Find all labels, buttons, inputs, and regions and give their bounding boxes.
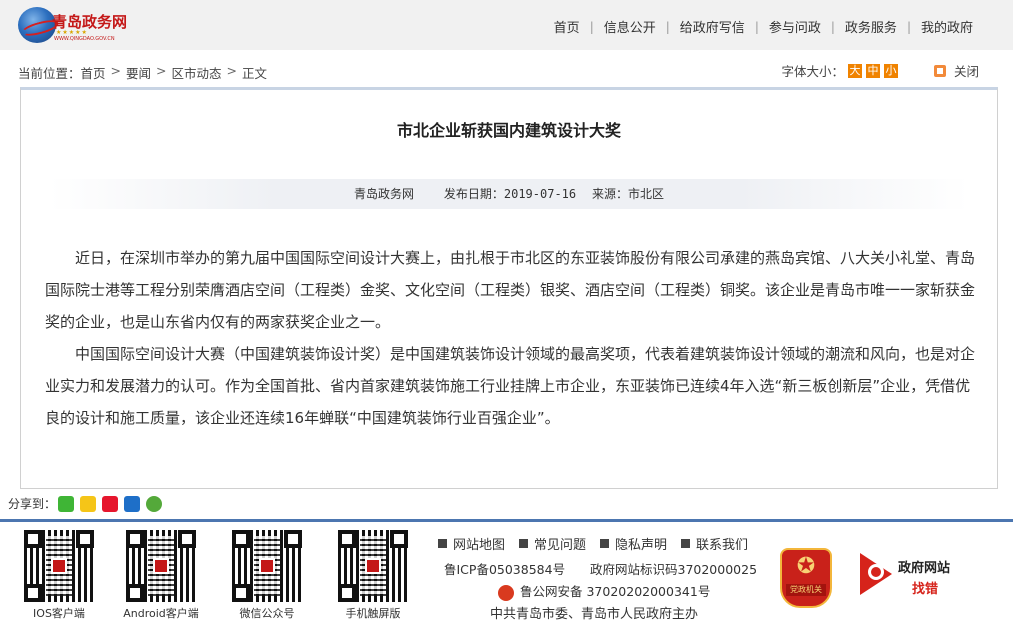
article-date: 2019-07-16	[503, 187, 577, 201]
breadcrumb-home[interactable]: 首页	[81, 63, 106, 82]
article-paragraph: 近日，在深圳市举办的第九届中国国际空间设计大赛上，由扎根于市北区的东亚装饰股份有…	[45, 249, 976, 331]
close-button[interactable]: 关闭	[933, 61, 979, 80]
qr-code-icon	[126, 530, 196, 602]
date-label: 发布日期：	[443, 187, 504, 201]
nav-home[interactable]: 首页	[544, 17, 590, 36]
site-id-code: 政府网站标识码3702000025	[590, 562, 758, 577]
footer-link-label: 联系我们	[696, 538, 749, 553]
footer-divider	[0, 519, 1013, 522]
font-size-medium-button[interactable]: 中	[865, 63, 880, 78]
footer-link-contact[interactable]: 联系我们	[681, 534, 748, 553]
nav-info-disclosure[interactable]: 信息公开	[594, 17, 666, 36]
close-icon	[933, 64, 946, 77]
site-header: 青岛政务网 ★★★★★ WWW.QINGDAO.GOV.CN 首页 | 信息公开…	[0, 0, 1013, 50]
origin-label: 来源：	[591, 187, 628, 201]
site-logo[interactable]: 青岛政务网 ★★★★★ WWW.QINGDAO.GOV.CN	[18, 7, 128, 43]
emblem-icon: ✪	[796, 554, 816, 579]
qr-code-icon	[338, 530, 408, 602]
qr-code-icon	[24, 530, 94, 602]
article-title: 市北企业斩获国内建筑设计大奖	[396, 121, 621, 140]
globe-icon	[18, 7, 56, 43]
breadcrumb-district[interactable]: 区市动态	[172, 63, 222, 82]
article-paragraph: 中国国际空间设计大赛（中国建筑装饰设计奖）是中国建筑装饰设计领域的最高奖项，代表…	[45, 345, 976, 427]
font-size-large-button[interactable]: 大	[847, 63, 862, 78]
police-record[interactable]: 鲁公网安备 37020202000341号	[498, 581, 710, 601]
breadcrumb-news[interactable]: 要闻	[126, 63, 151, 82]
qr-mobile[interactable]: 手机触屏版	[334, 530, 412, 621]
footer-link-label: 网站地图	[453, 538, 506, 553]
nav-write-government[interactable]: 给政府写信	[670, 17, 755, 36]
article-origin: 市北区	[627, 187, 664, 201]
square-bullet-icon	[519, 539, 529, 548]
qr-ios[interactable]: IOS客户端	[20, 530, 98, 621]
findbug-subtitle: 找错	[912, 582, 939, 597]
find-error-badge[interactable]: 政府网站 找错	[860, 553, 970, 597]
font-size-label: 字体大小：	[781, 64, 844, 79]
breadcrumb: 当前位置： 首页 > 要闻 > 区市动态 > 正文	[18, 63, 267, 82]
icp-number[interactable]: 鲁ICP备05038584号	[444, 559, 565, 578]
weibo-icon[interactable]	[102, 495, 119, 512]
breadcrumb-label: 当前位置：	[18, 66, 81, 81]
qr-code-icon	[232, 530, 302, 602]
share-bar: 分享到：	[8, 495, 163, 512]
breadcrumb-separator: >	[156, 63, 167, 78]
breadcrumb-separator: >	[110, 63, 122, 78]
renren-icon[interactable]	[124, 495, 141, 512]
footer-link-privacy[interactable]: 隐私声明	[600, 534, 667, 553]
kaixin-icon[interactable]	[146, 495, 163, 512]
article-body: 近日，在深圳市举办的第九届中国国际空间设计大赛上，由扎根于市北区的东亚装饰股份有…	[45, 242, 975, 434]
footer-link-label: 常见问题	[534, 538, 587, 553]
footer-links: 网站地图 常见问题 隐私声明 联系我们	[438, 534, 762, 553]
footer-link-label: 隐私声明	[615, 538, 668, 553]
square-bullet-icon	[438, 539, 447, 548]
qr-label-android: Android客户端	[123, 607, 199, 620]
nav-services[interactable]: 政务服务	[835, 17, 907, 36]
article-source: 青岛政务网	[354, 187, 415, 201]
sponsor-text: 中共青岛市委、青岛市人民政府主办	[490, 607, 699, 622]
breadcrumb-separator: >	[226, 63, 238, 78]
police-record-text: 鲁公网安备 37020202000341号	[520, 584, 711, 599]
article-tools: 字体大小： 大 中 小 关闭	[781, 61, 979, 80]
logo-url: WWW.QINGDAO.GOV.CN	[54, 36, 115, 42]
qr-android[interactable]: Android客户端	[122, 530, 200, 621]
magnifier-icon	[868, 564, 884, 580]
nav-my-government[interactable]: 我的政府	[911, 17, 983, 36]
footer-link-sitemap[interactable]: 网站地图	[438, 534, 505, 553]
square-bullet-icon	[600, 539, 610, 548]
party-government-badge[interactable]: ✪ 党政机关	[780, 548, 832, 608]
article-meta: 青岛政务网 发布日期：2019-07-16 来源：市北区	[49, 179, 969, 209]
share-label: 分享到：	[8, 497, 57, 511]
square-bullet-icon	[681, 539, 691, 548]
breadcrumb-bar: 当前位置： 首页 > 要闻 > 区市动态 > 正文 字体大小： 大 中 小 关闭	[0, 58, 1013, 86]
qr-label-ios: IOS客户端	[33, 607, 85, 620]
qr-label-wechat: 微信公众号	[239, 607, 295, 620]
top-nav: 首页 | 信息公开 | 给政府写信 | 参与问政 | 政务服务 | 我的政府	[544, 17, 983, 37]
qzone-icon[interactable]	[80, 495, 97, 512]
nav-participate[interactable]: 参与问政	[759, 17, 831, 36]
font-size-small-button[interactable]: 小	[883, 63, 898, 78]
breadcrumb-current: 正文	[242, 66, 268, 81]
stars-icon: ★★★★★	[56, 29, 88, 36]
footer-link-faq[interactable]: 常见问题	[519, 534, 586, 553]
police-badge-icon	[498, 584, 514, 601]
close-label: 关闭	[953, 64, 979, 79]
wechat-icon[interactable]	[58, 495, 75, 512]
party-badge-caption: 党政机关	[786, 584, 826, 596]
article-panel: 市北企业斩获国内建筑设计大奖 青岛政务网 发布日期：2019-07-16 来源：…	[20, 87, 998, 489]
qr-wechat[interactable]: 微信公众号	[228, 530, 306, 621]
findbug-title: 政府网站	[898, 561, 951, 576]
qr-label-mobile: 手机触屏版	[345, 607, 401, 620]
